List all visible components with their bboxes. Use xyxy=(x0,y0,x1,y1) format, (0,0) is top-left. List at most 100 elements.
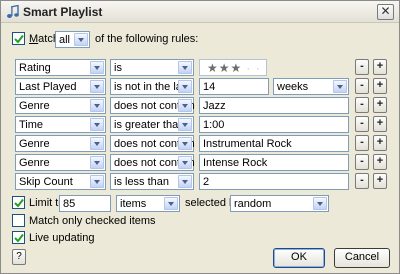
chevron-down-icon xyxy=(178,61,192,74)
rule-unit-select-value: weeks xyxy=(277,81,309,93)
match-quantifier-value: all xyxy=(59,34,71,46)
rule-field-select[interactable]: Genre xyxy=(15,135,106,152)
cancel-button-label: Cancel xyxy=(344,251,380,263)
rule-field-select-value: Genre xyxy=(19,138,50,150)
stars-filled: ★★★ xyxy=(207,61,243,75)
minus-icon: - xyxy=(360,136,364,148)
rule-unit-select[interactable]: weeks xyxy=(273,78,349,95)
rule-value-input-value: Instrumental Rock xyxy=(203,138,292,150)
rule-value-input[interactable]: 14 xyxy=(199,78,269,95)
live-updating-checkbox[interactable] xyxy=(12,231,25,244)
rule-operator-select[interactable]: does not contain xyxy=(110,135,195,152)
check-icon xyxy=(14,198,24,208)
limit-unit-select[interactable]: items xyxy=(116,195,180,212)
rule-value-input[interactable]: Intense Rock xyxy=(199,154,349,171)
match-checkbox[interactable] xyxy=(12,32,25,45)
add-rule-button[interactable]: + xyxy=(373,116,387,132)
live-updating-label: Live updating xyxy=(29,232,95,244)
rule-field-select[interactable]: Last Played xyxy=(15,78,106,95)
match-quantifier-select[interactable]: all xyxy=(55,31,90,48)
remove-rule-button[interactable]: - xyxy=(355,97,369,113)
rule-field-select[interactable]: Time xyxy=(15,116,106,133)
remove-rule-button[interactable]: - xyxy=(355,116,369,132)
rule-operator-select-value: is greater than xyxy=(114,119,185,131)
minus-icon: - xyxy=(360,155,364,167)
rule-value-input[interactable]: 1:00 xyxy=(199,116,349,133)
rule-field-select-value: Last Played xyxy=(19,81,77,93)
window-title: Smart Playlist xyxy=(23,5,103,19)
chevron-down-icon xyxy=(333,80,347,93)
plus-icon: + xyxy=(376,117,384,129)
minus-icon: - xyxy=(360,174,364,186)
limit-checkbox[interactable] xyxy=(12,196,25,209)
remove-rule-button[interactable]: - xyxy=(355,173,369,189)
rule-value-input[interactable]: Jazz xyxy=(199,97,349,114)
plus-icon: + xyxy=(376,174,384,186)
chevron-down-icon xyxy=(164,197,178,210)
limit-unit-value: items xyxy=(120,198,147,210)
match-checked-only-checkbox[interactable] xyxy=(12,214,25,227)
rule-field-select[interactable]: Rating xyxy=(15,59,106,76)
help-icon: ? xyxy=(16,251,22,262)
add-rule-button[interactable]: + xyxy=(373,173,387,189)
chevron-down-icon xyxy=(178,99,192,112)
chevron-down-icon xyxy=(178,175,192,188)
rule-operator-select-value: is xyxy=(114,62,122,74)
rule-field-select-value: Genre xyxy=(19,157,50,169)
add-rule-button[interactable]: + xyxy=(373,154,387,170)
rule-field-select[interactable]: Genre xyxy=(15,97,106,114)
title-bar: Smart Playlist ✕ xyxy=(1,1,399,23)
plus-icon: + xyxy=(376,79,384,91)
plus-icon: + xyxy=(376,60,384,72)
add-rule-button[interactable]: + xyxy=(373,135,387,151)
minus-icon: - xyxy=(360,60,364,72)
cancel-button[interactable]: Cancel xyxy=(334,248,390,268)
chevron-down-icon xyxy=(178,156,192,169)
rule-value-input[interactable]: 2 xyxy=(199,173,349,190)
rule-operator-select[interactable]: is xyxy=(110,59,194,76)
limit-value-input[interactable]: 85 xyxy=(59,195,111,212)
help-button[interactable]: ? xyxy=(12,249,26,265)
chevron-down-icon xyxy=(178,137,192,150)
rule-value-input-value: 1:00 xyxy=(203,119,225,131)
rule-field-select-value: Rating xyxy=(19,62,51,74)
close-button[interactable]: ✕ xyxy=(377,4,394,20)
chevron-down-icon xyxy=(74,33,88,46)
rule-operator-select[interactable]: does not contain xyxy=(110,97,195,114)
rule-operator-select[interactable]: is greater than xyxy=(110,116,194,133)
close-icon: ✕ xyxy=(380,4,391,18)
rule-value-input-value: Jazz xyxy=(203,100,226,112)
add-rule-button[interactable]: + xyxy=(373,78,387,94)
stars-empty: · · xyxy=(246,61,261,75)
rule-operator-select[interactable]: is less than xyxy=(110,173,194,190)
chevron-down-icon xyxy=(90,156,104,169)
selected-by-value: random xyxy=(234,198,272,210)
chevron-down-icon xyxy=(313,197,327,210)
chevron-down-icon xyxy=(90,61,104,74)
selected-by-select[interactable]: random xyxy=(230,195,329,212)
rule-field-select-value: Skip Count xyxy=(19,176,73,188)
rule-field-select[interactable]: Skip Count xyxy=(15,173,106,190)
rule-operator-select[interactable]: is not in the last xyxy=(110,78,194,95)
chevron-down-icon xyxy=(178,118,192,131)
rule-operator-select[interactable]: does not contain xyxy=(110,154,195,171)
remove-rule-button[interactable]: - xyxy=(355,135,369,151)
rule-field-select[interactable]: Genre xyxy=(15,154,106,171)
chevron-down-icon xyxy=(90,99,104,112)
rule-operator-select-value: is less than xyxy=(114,176,170,188)
remove-rule-button[interactable]: - xyxy=(355,154,369,170)
match-checked-only-label: Match only checked items xyxy=(29,215,156,227)
remove-rule-button[interactable]: - xyxy=(355,78,369,94)
rule-value-input[interactable]: Instrumental Rock xyxy=(199,135,349,152)
limit-value: 85 xyxy=(63,198,76,210)
rule-rating-value[interactable]: ★★★ · · xyxy=(199,59,267,76)
rule-value-input-value: Intense Rock xyxy=(203,157,268,169)
ok-button[interactable]: OK xyxy=(273,248,325,268)
add-rule-button[interactable]: + xyxy=(373,59,387,75)
rule-field-select-value: Time xyxy=(19,119,44,131)
chevron-down-icon xyxy=(90,80,104,93)
rule-field-select-value: Genre xyxy=(19,100,50,112)
add-rule-button[interactable]: + xyxy=(373,97,387,113)
remove-rule-button[interactable]: - xyxy=(355,59,369,75)
plus-icon: + xyxy=(376,136,384,148)
